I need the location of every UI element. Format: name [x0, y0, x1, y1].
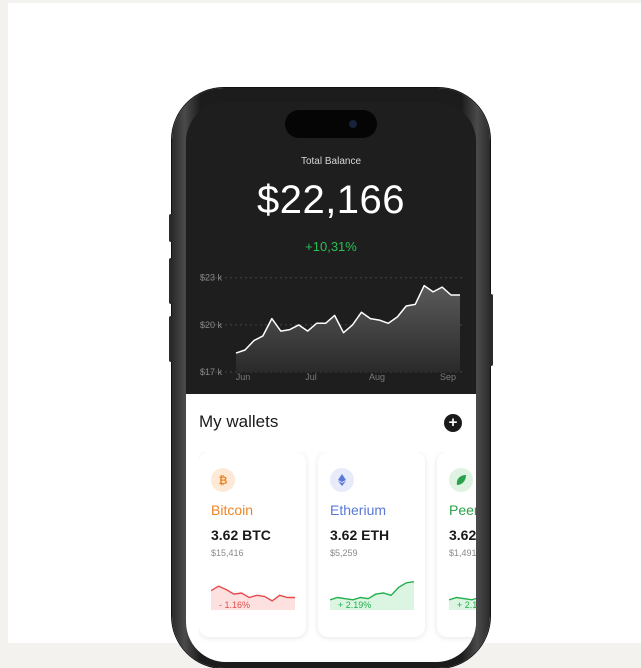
power-button: [489, 294, 493, 366]
x-tick-label: Jul: [305, 372, 317, 382]
wallet-usd-value: $15,416: [211, 548, 244, 558]
wallet-usd-value: $5,259: [330, 548, 358, 558]
x-tick-label: Jun: [236, 372, 251, 382]
total-balance-value: $22,166: [256, 178, 406, 222]
wallet-usd-value: $1,491: [449, 548, 476, 558]
wallet-card-peercoin[interactable]: Peercoin 3.62 PPC $1,491 + 2.19%: [437, 452, 476, 637]
x-tick-label: Aug: [369, 372, 385, 382]
volume-down-button: [169, 316, 173, 362]
add-wallet-button[interactable]: +: [444, 414, 462, 432]
svg-text:₿: ₿: [219, 475, 228, 486]
phone-mockup: Total Balance $22,166 +10,31% $23 k $20 k…: [169, 88, 493, 668]
wallet-name: Etherium: [330, 502, 387, 518]
wallets-title: My wallets: [199, 412, 279, 431]
balance-chart[interactable]: $23 k $20 k $17 k Jun Jul Aug Sep: [186, 262, 476, 382]
wallet-change: - 1.16%: [219, 600, 251, 610]
trend-line: [449, 596, 476, 601]
dynamic-island: [285, 110, 377, 138]
total-balance-change: +10,31%: [305, 239, 357, 254]
volume-up-button: [169, 258, 173, 304]
wallet-card-ethereum[interactable]: Etherium 3.62 ETH $5,259 + 2.19%: [318, 452, 425, 637]
wallet-card-bitcoin[interactable]: ₿ Bitcoin 3.62 BTC $15,416 - 1.16%: [199, 452, 306, 637]
action-button: [169, 214, 173, 242]
wallet-name: Bitcoin: [211, 502, 254, 518]
wallet-amount: 3.62 PPC: [449, 527, 476, 543]
wallets-panel: My wallets + ₿ Bitcoin 3.62 BTC $15,416 …: [186, 394, 476, 662]
bitcoin-icon: ₿: [211, 468, 235, 492]
ethereum-icon: [330, 468, 354, 492]
wallet-amount: 3.62 ETH: [330, 527, 390, 543]
peercoin-leaf-icon: [449, 468, 473, 492]
camera-icon: [349, 120, 357, 128]
phone-screen: Total Balance $22,166 +10,31% $23 k $20 k…: [186, 102, 476, 662]
balance-section: Total Balance $22,166 +10,31% $23 k $20 k…: [186, 102, 476, 394]
wallet-change: + 2.19%: [338, 600, 372, 610]
y-tick-label: $17 k: [200, 367, 223, 377]
y-tick-label: $23 k: [200, 273, 223, 283]
wallet-change: + 2.19%: [457, 600, 476, 610]
wallet-cards: ₿ Bitcoin 3.62 BTC $15,416 - 1.16% Ether…: [199, 452, 476, 652]
x-tick-label: Sep: [440, 372, 456, 382]
y-tick-label: $20 k: [200, 320, 223, 330]
wallet-amount: 3.62 BTC: [211, 527, 271, 543]
total-balance-label: Total Balance: [300, 156, 362, 167]
wallet-name: Peercoin: [449, 502, 476, 518]
